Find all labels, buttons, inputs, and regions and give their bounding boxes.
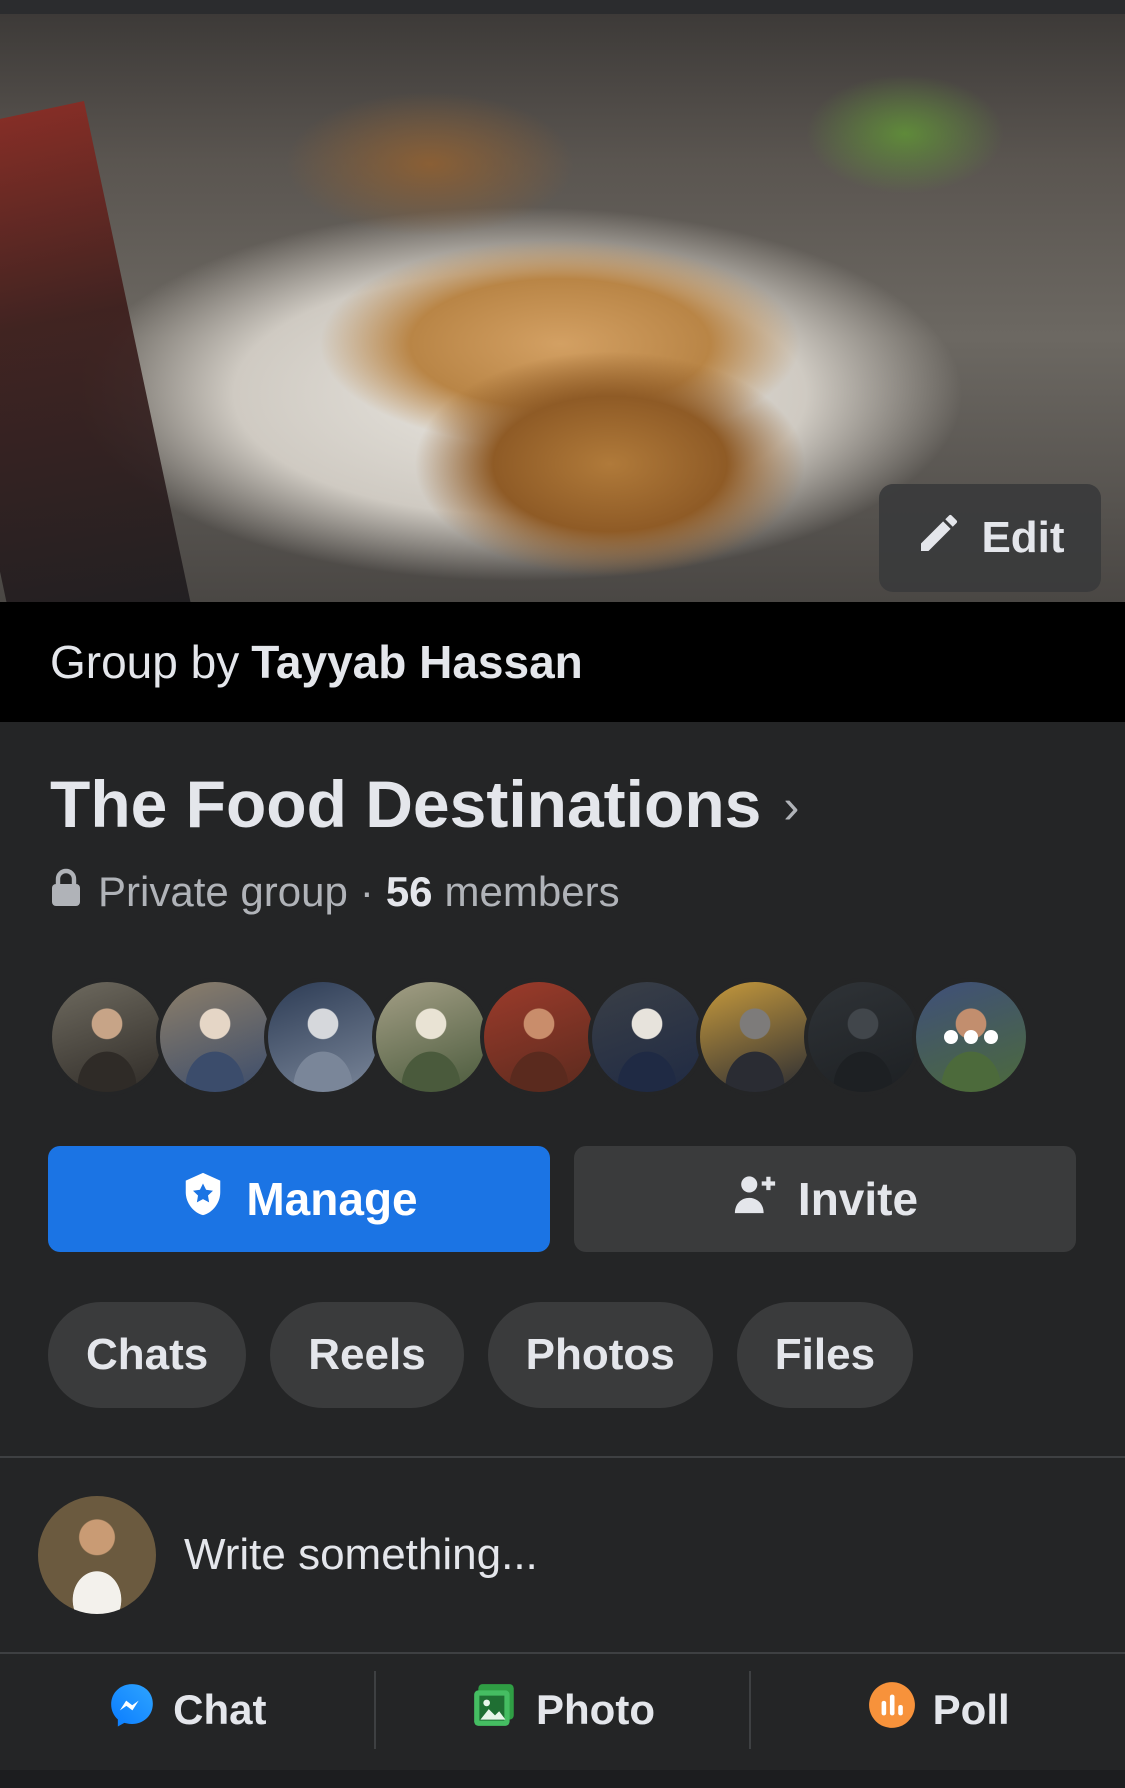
add-person-icon (732, 1171, 778, 1228)
owner-prefix: Group by (50, 636, 240, 688)
chat-action-label: Chat (173, 1686, 267, 1733)
poll-icon (867, 1680, 917, 1740)
lock-icon (50, 868, 98, 916)
meta-separator: · (359, 868, 374, 915)
photo-icon (470, 1680, 520, 1740)
member-avatars[interactable] (48, 978, 1030, 1096)
primary-actions: Manage Invite (48, 1146, 1076, 1252)
member-avatar[interactable] (912, 978, 1030, 1096)
cover-background-blur (805, 74, 1005, 194)
poll-action-label: Poll (932, 1686, 1010, 1733)
group-title-row[interactable]: The Food Destinations › (50, 766, 799, 842)
more-members-icon (916, 982, 1026, 1092)
composer-input[interactable]: Write something... (184, 1530, 538, 1580)
messenger-icon (107, 1680, 157, 1740)
shield-star-icon (180, 1171, 226, 1228)
group-meta: Private group · 56 members (50, 868, 620, 916)
section-divider (0, 1456, 1125, 1458)
poll-action-button[interactable]: Poll (749, 1671, 1125, 1749)
post-composer[interactable]: Write something... (38, 1496, 538, 1614)
member-avatar[interactable] (696, 978, 814, 1096)
member-avatar[interactable] (480, 978, 598, 1096)
invite-label: Invite (797, 1173, 919, 1225)
bottom-strip (0, 1770, 1125, 1788)
tab-chats[interactable]: Chats (48, 1302, 247, 1408)
manage-label: Manage (246, 1173, 418, 1225)
group-owner-bar: Group by Tayyab Hassan (0, 602, 1125, 722)
cover-tray-shape (0, 100, 193, 602)
member-avatar[interactable] (804, 978, 922, 1096)
edit-label: Edit (981, 513, 1065, 562)
group-name[interactable]: The Food Destinations (50, 766, 761, 842)
group-cover-photo[interactable]: Edit (0, 14, 1125, 602)
privacy-label: Private group (98, 868, 348, 915)
photo-action-label: Photo (536, 1686, 655, 1733)
tab-photos[interactable]: Photos (487, 1302, 713, 1408)
member-word: members (444, 868, 620, 915)
manage-button[interactable]: Manage (48, 1146, 550, 1252)
member-avatar[interactable] (156, 978, 274, 1096)
chevron-right-icon: › (783, 780, 800, 834)
member-avatar[interactable] (588, 978, 706, 1096)
pencil-icon (915, 509, 963, 568)
invite-button[interactable]: Invite (574, 1146, 1076, 1252)
member-avatar[interactable] (264, 978, 382, 1096)
photo-action-button[interactable]: Photo (373, 1671, 750, 1749)
avatar[interactable] (38, 1496, 156, 1614)
member-count: 56 (385, 868, 433, 915)
member-avatar[interactable] (372, 978, 490, 1096)
group-tabs: Chats Reels Photos Files (48, 1302, 914, 1408)
chat-action-button[interactable]: Chat (0, 1671, 374, 1749)
edit-cover-button[interactable]: Edit (879, 484, 1101, 592)
tab-reels[interactable]: Reels (270, 1302, 464, 1408)
status-strip (0, 0, 1125, 14)
tab-files[interactable]: Files (736, 1302, 914, 1408)
owner-name[interactable]: Tayyab Hassan (251, 635, 583, 689)
composer-actions: Chat Photo Poll (0, 1654, 1125, 1766)
member-avatar[interactable] (48, 978, 166, 1096)
